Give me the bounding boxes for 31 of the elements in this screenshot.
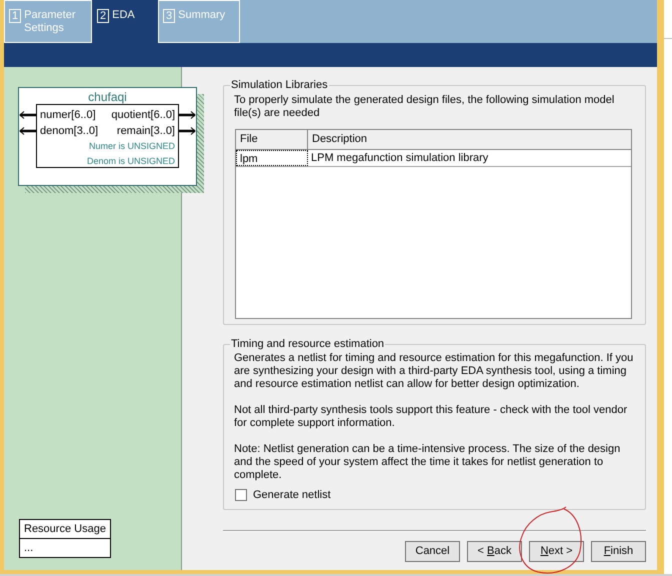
generate-netlist-checkbox[interactable]: Generate netlist <box>235 487 634 504</box>
column-header: Description <box>311 132 368 147</box>
input-port: denom[3..0] <box>40 124 98 139</box>
description-text: To properly simulate the generated design files, the following simulation model file(s) are needed <box>234 94 616 120</box>
info-paragraph: Generates a netlist for timing and resource estimation for this megafunction. If you are synthesizing your design with a third-party EDA synthesis tool, using a timing and resource estimation netlist can allow for better design optimization. <box>234 352 634 391</box>
info-paragraph: Note: Netlist generation can be a time-intensive process. The size of the design and the speed of your system affect the time it takes for netlist generation to complete. <box>234 443 622 482</box>
table-cell-text: ... <box>23 541 34 556</box>
info-paragraph: Not all third-party synthesis tools support this feature - check with the tool vendor for complete support information. <box>234 404 628 430</box>
port-note: Denom is UNSIGNED <box>86 156 175 166</box>
group-title: Timing and resource estimation <box>230 337 386 351</box>
wizard-button[interactable]: Next > <box>529 541 584 562</box>
tab-label: Summary <box>178 9 226 22</box>
tab-label: Parameter Settings <box>24 9 76 35</box>
column-header: File <box>236 130 308 149</box>
wizard-button[interactable]: < Back <box>467 541 522 562</box>
tab-label: EDA <box>112 9 135 22</box>
wizard-button[interactable]: Cancel <box>405 541 460 562</box>
checkbox[interactable] <box>235 489 247 502</box>
port-note: Numer is UNSIGNED <box>88 141 175 151</box>
step-number: 2 <box>97 9 110 23</box>
wizard-button[interactable]: Finish <box>591 541 646 562</box>
output-port: remain[3..0] <box>116 124 175 139</box>
step-number: 1 <box>9 9 22 23</box>
table-cell-text: LPM megafunction simulation library <box>310 151 490 166</box>
output-port: quotient[6..0] <box>111 108 175 123</box>
table-header: Resource Usage <box>20 520 110 539</box>
step-number: 3 <box>163 9 176 23</box>
wizard-tab[interactable]: 2 EDA <box>92 0 158 43</box>
input-port: numer[6..0] <box>40 108 96 123</box>
table-cell: lpm <box>236 150 308 166</box>
symbol-title: chufaqi <box>87 90 128 104</box>
